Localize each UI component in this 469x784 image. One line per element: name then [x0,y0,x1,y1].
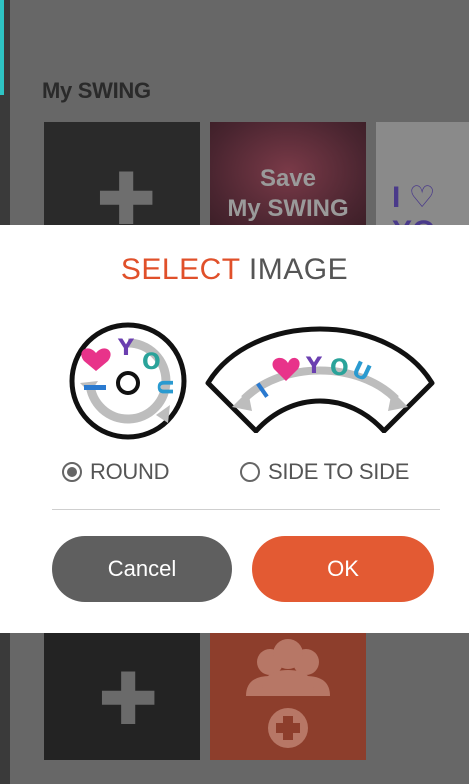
group-add-icon [246,639,330,748]
cancel-button[interactable]: Cancel [52,536,232,602]
save-label-line1: Save [259,165,317,192]
i-love-you-tile[interactable]: I ♡ YO [376,122,469,232]
edge-accent-cyan [0,0,4,95]
dialog-title-rest: IMAGE [248,253,349,286]
radio-round[interactable]: ROUND [62,457,169,487]
select-image-dialog: SELECT IMAGE Y O U I Y O U ROUND SIDE TO… [0,225,469,633]
radio-side-to-side[interactable]: SIDE TO SIDE [240,457,409,487]
radio-round-label: ROUND [90,459,170,484]
radio-round-circle[interactable] [62,462,82,482]
round-preview-image[interactable]: Y O U [66,321,190,441]
save-my-swing-label: Save My SWING [210,164,366,224]
radio-selected-dot [67,467,77,477]
add-swing-tile[interactable]: ✚ [44,122,200,232]
save-label-line2: My SWING [227,195,349,222]
plus-icon: ✚ [96,160,157,232]
ok-button[interactable]: OK [252,536,434,602]
svg-text:Y: Y [305,354,323,379]
save-my-swing-tile[interactable]: Save My SWING [210,122,366,232]
svg-text:O: O [330,356,349,381]
add-tile-bottom[interactable]: ✚ [44,632,200,760]
svg-text:U: U [153,379,177,395]
dialog-title: SELECT IMAGE [0,253,469,287]
section-title-my-swing: My SWING [42,78,151,103]
add-group-tile[interactable] [210,632,366,760]
dialog-title-accent: SELECT [120,253,241,286]
side-to-side-preview-image[interactable]: I Y O U [202,321,438,433]
dialog-divider [52,509,440,510]
svg-text:Y: Y [117,336,135,361]
svg-text:O: O [142,350,161,375]
radio-side-to-side-label: SIDE TO SIDE [268,459,410,484]
plus-icon: ✚ [98,660,159,740]
radio-side-to-side-circle[interactable] [240,462,260,482]
